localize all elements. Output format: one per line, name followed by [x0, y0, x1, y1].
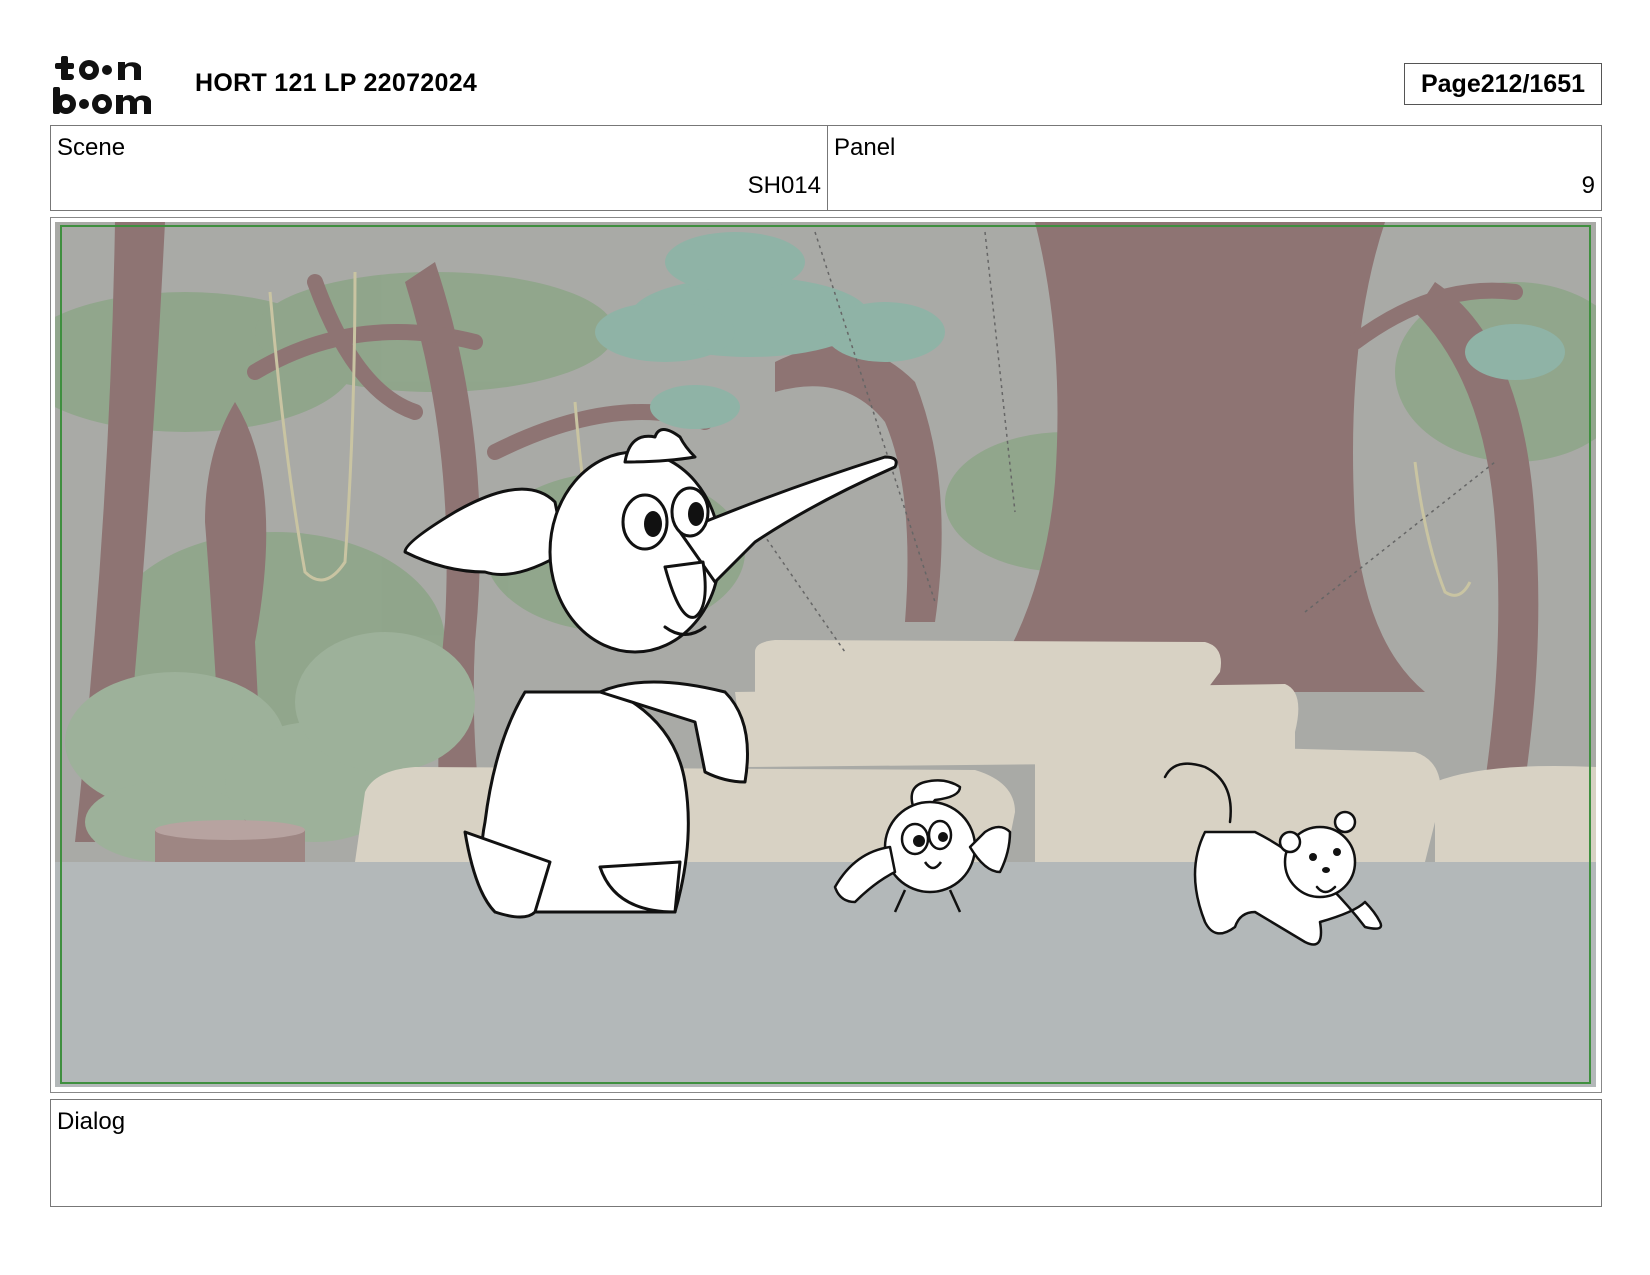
- page-indicator: Page 212/1651: [1404, 63, 1602, 105]
- storyboard-frame: [50, 217, 1602, 1093]
- scene-panel-row: Scene SH014 Panel 9: [50, 125, 1602, 211]
- ground-plane: [55, 862, 1596, 1087]
- dialog-label: Dialog: [57, 1108, 126, 1135]
- storyboard-panel-image: [55, 222, 1596, 1087]
- scene-value: SH014: [747, 172, 821, 199]
- panel-value: 9: [1581, 172, 1595, 199]
- page-label: Page: [1420, 69, 1481, 98]
- scene-label: Scene: [57, 134, 126, 161]
- toon-boom-logo: [53, 56, 151, 114]
- document-title: HORT 121 LP 22072024: [195, 69, 478, 97]
- panel-label: Panel: [834, 134, 896, 161]
- scene-cell: Scene SH014: [51, 126, 828, 210]
- page-number: 212/1651: [1480, 69, 1586, 98]
- panel-cell: Panel 9: [828, 126, 1601, 210]
- dialog-box: Dialog: [50, 1099, 1602, 1207]
